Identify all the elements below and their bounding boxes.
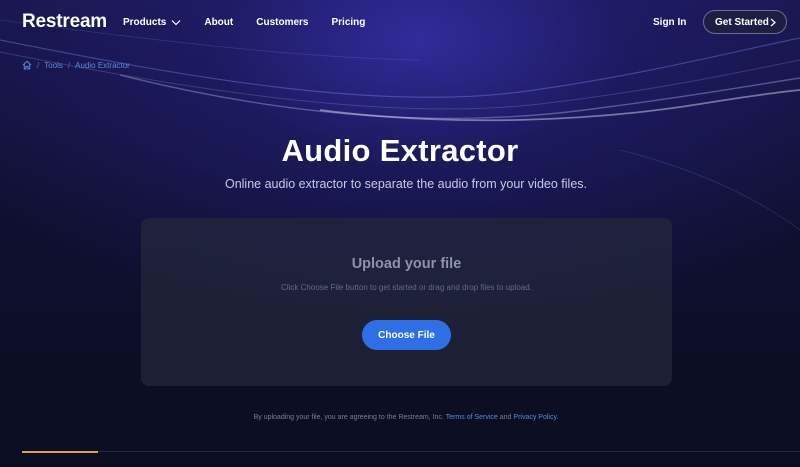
chevron-down-icon: [171, 20, 181, 26]
sign-in-link[interactable]: Sign In: [653, 17, 686, 28]
terms-prefix: By uploading your file, you are agreeing…: [253, 414, 444, 421]
terms-suffix: .: [556, 414, 559, 421]
breadcrumb: / Tools / Audio Extractor: [22, 60, 130, 70]
get-started-label: Get Started: [715, 16, 769, 28]
page: Restream Products About Customers Pricin…: [0, 0, 800, 467]
terms-and: and: [499, 414, 512, 421]
menu-item-about[interactable]: About: [204, 17, 233, 28]
main-menu: Products About Customers Pricing: [123, 17, 388, 28]
breadcrumb-separator: /: [67, 60, 71, 70]
breadcrumb-item-audio-extractor[interactable]: Audio Extractor: [75, 61, 130, 70]
top-nav: Restream Products About Customers Pricin…: [0, 0, 800, 46]
breadcrumb-separator: /: [37, 60, 40, 70]
get-started-button[interactable]: Get Started: [703, 10, 787, 34]
terms-note: By uploading your file, you are agreeing…: [0, 414, 800, 421]
chevron-right-icon: [770, 18, 776, 27]
privacy-policy-link[interactable]: Privacy Policy: [513, 414, 556, 421]
upload-title: Upload your file: [351, 256, 462, 272]
home-icon[interactable]: [22, 60, 32, 70]
menu-item-products[interactable]: Products: [123, 17, 181, 28]
page-progress-indicator: [22, 451, 98, 453]
menu-item-customers[interactable]: Customers: [256, 17, 308, 28]
upload-hint: Click Choose File button to get started …: [281, 283, 532, 292]
menu-item-pricing[interactable]: Pricing: [331, 17, 365, 28]
breadcrumb-item-tools[interactable]: Tools: [44, 61, 63, 70]
divider: [98, 451, 800, 452]
menu-item-label: Products: [123, 17, 167, 28]
choose-file-button[interactable]: Choose File: [362, 320, 451, 350]
page-subtitle: Online audio extractor to separate the a…: [224, 177, 587, 191]
terms-of-service-link[interactable]: Terms of Service: [446, 414, 498, 421]
restream-logo[interactable]: Restream: [22, 11, 107, 33]
page-title: Audio Extractor: [281, 133, 519, 168]
upload-dropzone[interactable]: Upload your file Click Choose File butto…: [141, 218, 672, 386]
